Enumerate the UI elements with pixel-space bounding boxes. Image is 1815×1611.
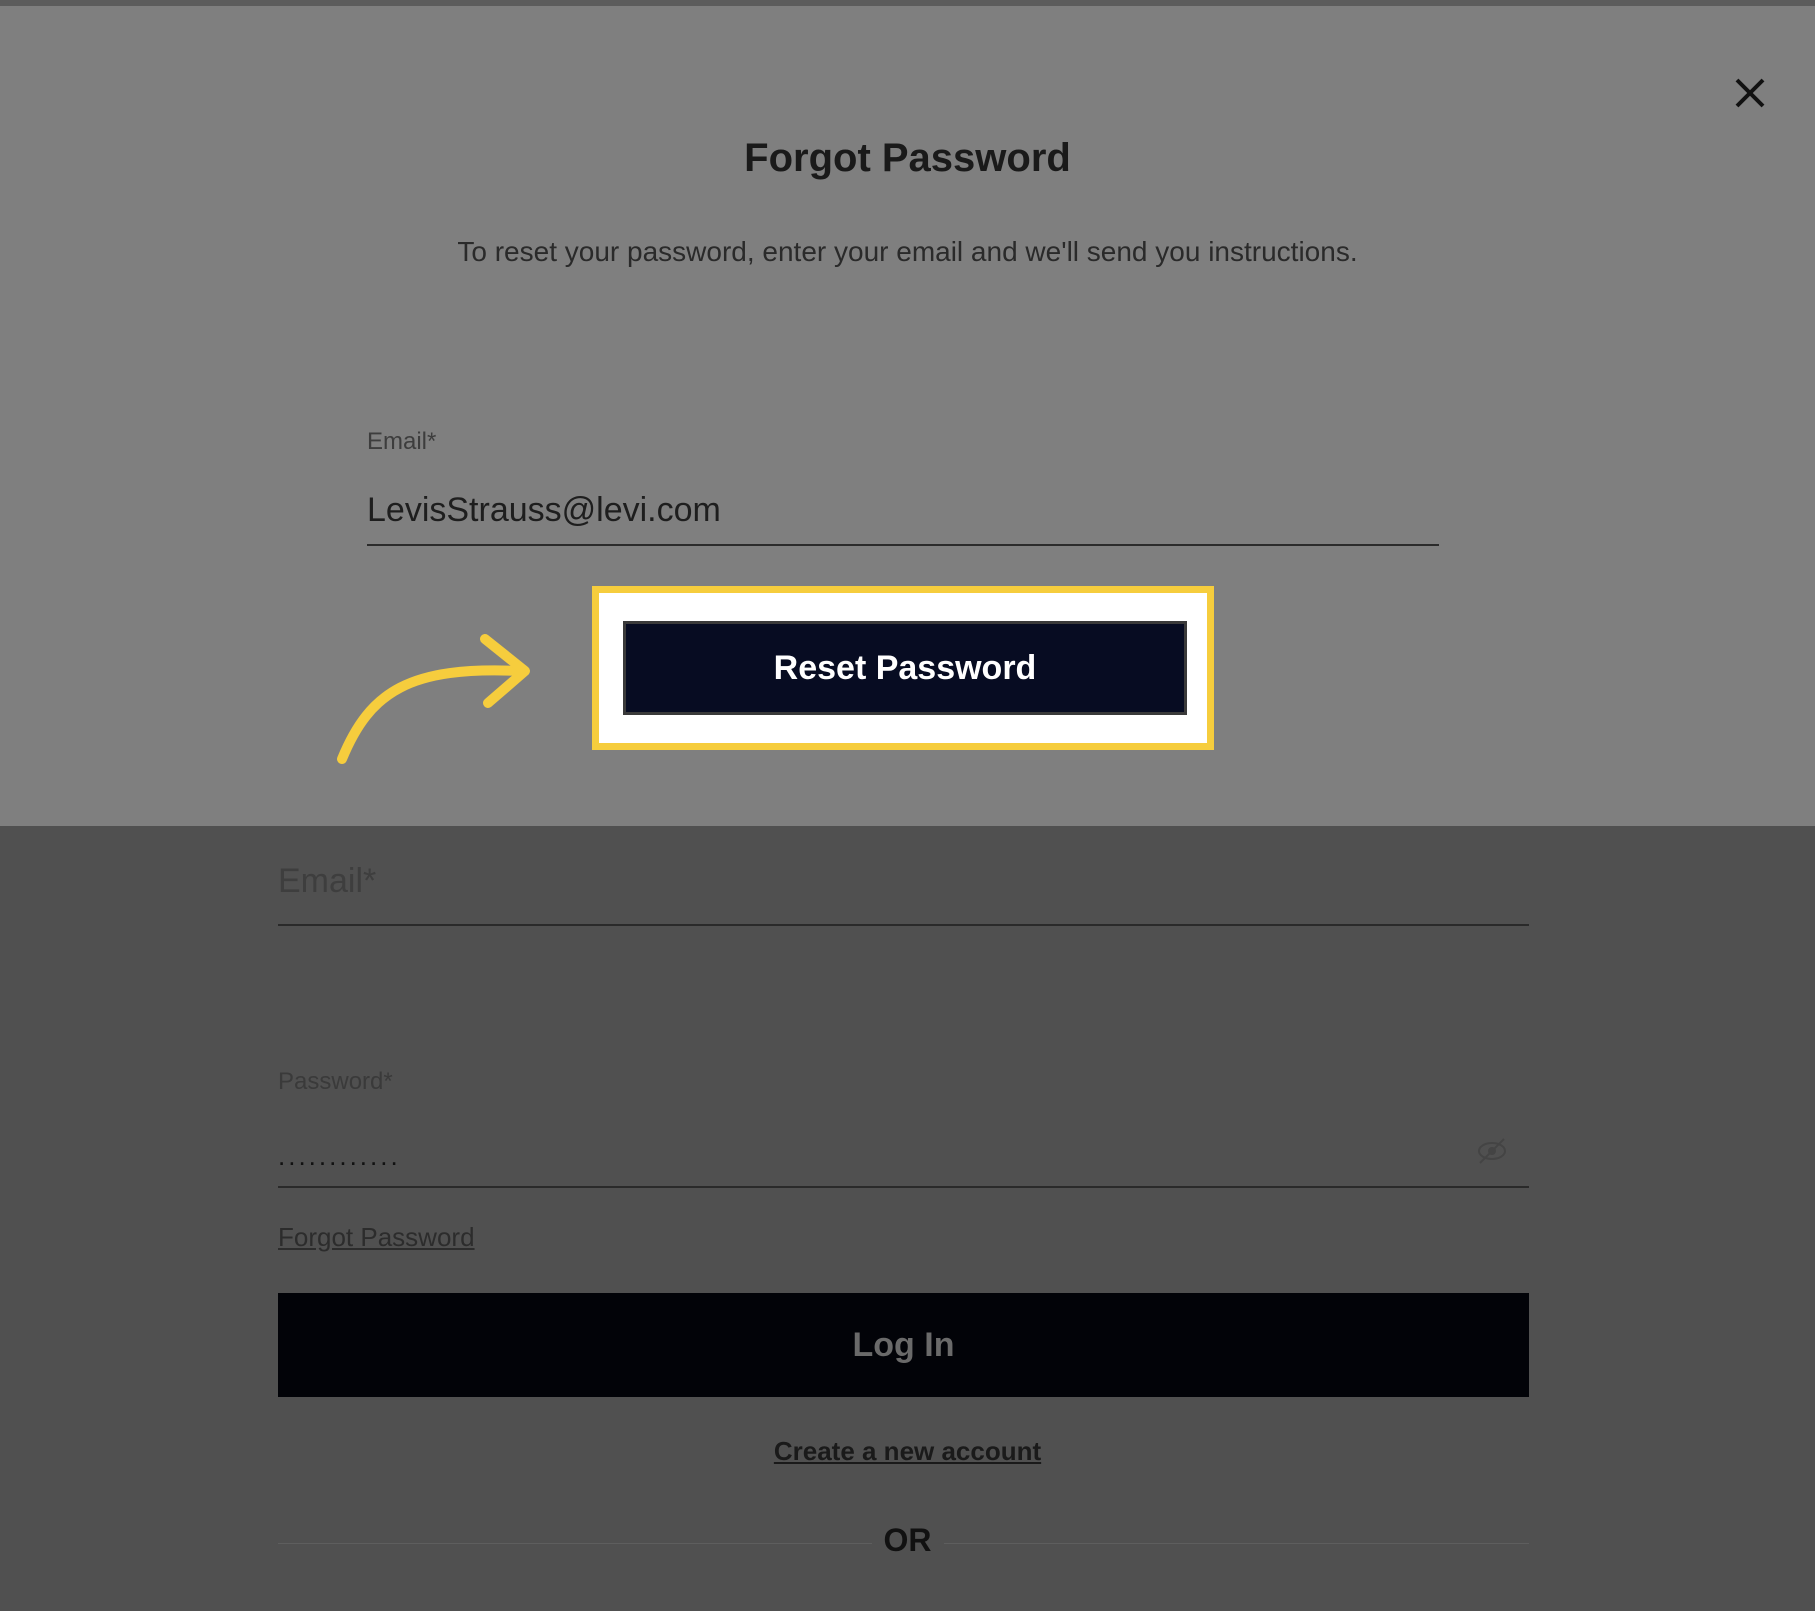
login-email-field[interactable]	[278, 924, 1529, 926]
curved-arrow-icon	[337, 634, 530, 764]
modal-description: To reset your password, enter your email…	[457, 236, 1358, 267]
close-button[interactable]	[1725, 68, 1775, 118]
login-email-label: Email*	[278, 862, 377, 900]
forgot-password-modal: Forgot Password To reset your password, …	[0, 6, 1815, 826]
highlight-box: Reset Password	[592, 586, 1214, 750]
create-account-link[interactable]: Create a new account	[0, 1436, 1815, 1467]
email-field[interactable]	[367, 476, 1439, 546]
or-divider-text: OR	[871, 1522, 944, 1558]
forgot-password-link[interactable]: Forgot Password	[278, 1222, 475, 1253]
password-field[interactable]	[278, 1126, 1529, 1188]
modal-title: Forgot Password	[744, 136, 1071, 180]
reset-password-button[interactable]: Reset Password	[623, 621, 1187, 715]
or-divider: OR	[0, 1522, 1815, 1559]
eye-slash-icon[interactable]	[1472, 1135, 1512, 1167]
password-label: Password*	[278, 1068, 393, 1095]
email-field-label: Email*	[367, 428, 437, 455]
log-in-button[interactable]: Log In	[278, 1293, 1529, 1397]
close-icon	[1735, 78, 1765, 108]
